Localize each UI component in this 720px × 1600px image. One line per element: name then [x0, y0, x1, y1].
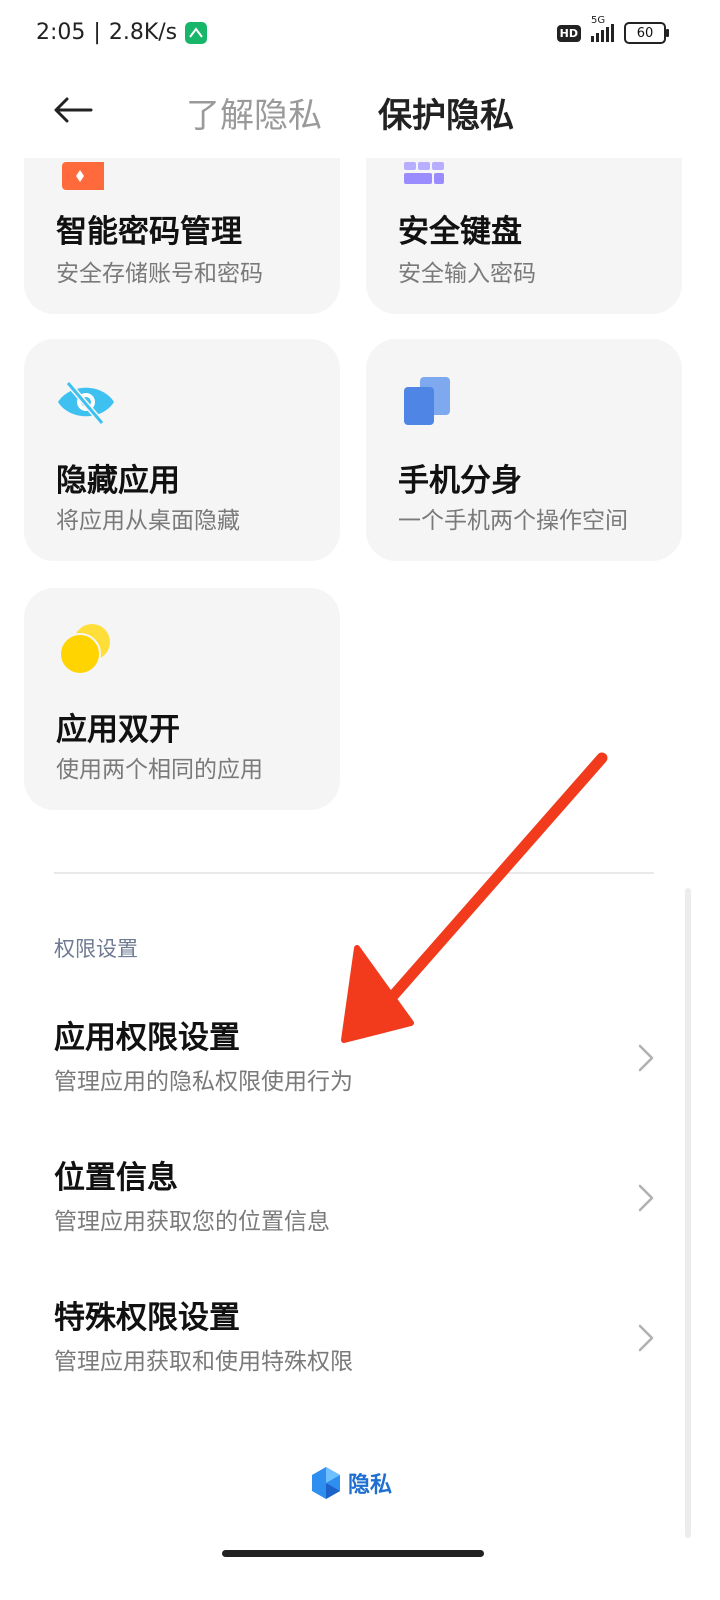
- card-title: 应用双开: [56, 712, 180, 748]
- card-subtitle: 使用两个相同的应用: [56, 757, 263, 783]
- home-indicator[interactable]: [222, 1550, 484, 1557]
- network-type: 5G: [591, 15, 606, 26]
- row-subtitle: 管理应用的隐私权限使用行为: [54, 1069, 353, 1095]
- card-second-space[interactable]: 手机分身 一个手机两个操作空间: [366, 339, 682, 561]
- card-dual-apps[interactable]: 应用双开 使用两个相同的应用: [24, 588, 340, 810]
- keyboard-icon: [398, 160, 446, 190]
- card-subtitle: 将应用从桌面隐藏: [56, 508, 240, 534]
- card-title: 智能密码管理: [56, 214, 242, 250]
- app-notification-icon: [185, 21, 208, 44]
- battery-level: 60: [636, 25, 654, 41]
- status-bar: 2:05 | 2.8K/s HD 5G 60: [0, 0, 720, 70]
- row-title: 应用权限设置: [54, 1020, 240, 1056]
- chevron-right-icon: [638, 1324, 654, 1352]
- status-time: 2:05: [36, 20, 86, 45]
- dual-circles-icon: [56, 622, 116, 682]
- eye-off-icon: [56, 377, 116, 431]
- card-subtitle: 一个手机两个操作空间: [398, 508, 628, 534]
- brand-footer: 隐私: [310, 1466, 392, 1500]
- status-left: 2:05 | 2.8K/s: [36, 20, 208, 45]
- hd-icon: HD: [556, 24, 581, 42]
- row-special-permissions[interactable]: 特殊权限设置 管理应用获取和使用特殊权限: [0, 1292, 720, 1402]
- chevron-right-icon: [638, 1184, 654, 1212]
- scrollbar[interactable]: [685, 888, 691, 1538]
- battery-icon: 60: [624, 22, 669, 44]
- tab-understand-privacy[interactable]: 了解隐私: [186, 88, 322, 137]
- signal-icon: 5G: [591, 15, 614, 42]
- header: 了解隐私 保护隐私: [0, 70, 720, 158]
- row-title: 位置信息: [54, 1160, 178, 1196]
- row-subtitle: 管理应用获取您的位置信息: [54, 1209, 330, 1235]
- brand-label: 隐私: [348, 1473, 393, 1498]
- status-right: HD 5G 60: [556, 15, 669, 44]
- row-title: 特殊权限设置: [54, 1300, 240, 1336]
- status-speed: 2.8K/s: [108, 20, 178, 45]
- card-subtitle: 安全输入密码: [398, 261, 536, 287]
- card-title: 手机分身: [398, 463, 522, 499]
- card-title: 安全键盘: [398, 214, 522, 250]
- section-divider: [54, 872, 654, 874]
- arrow-left-icon: [54, 97, 93, 123]
- privacy-shield-icon: [312, 1467, 340, 1499]
- row-subtitle: 管理应用获取和使用特殊权限: [54, 1349, 353, 1375]
- row-app-permissions[interactable]: 应用权限设置 管理应用的隐私权限使用行为: [0, 1012, 720, 1122]
- status-separator: |: [93, 20, 101, 45]
- lock-icon: [56, 162, 108, 194]
- back-button[interactable]: [48, 88, 98, 132]
- row-location[interactable]: 位置信息 管理应用获取您的位置信息: [0, 1152, 720, 1262]
- tab-protect-privacy[interactable]: 保护隐私: [378, 88, 514, 137]
- card-subtitle: 安全存储账号和密码: [56, 261, 263, 287]
- dual-pages-icon: [402, 375, 452, 431]
- section-label: 权限设置: [54, 937, 138, 961]
- card-title: 隐藏应用: [56, 463, 180, 499]
- chevron-right-icon: [638, 1044, 654, 1072]
- card-hide-apps[interactable]: 隐藏应用 将应用从桌面隐藏: [24, 339, 340, 561]
